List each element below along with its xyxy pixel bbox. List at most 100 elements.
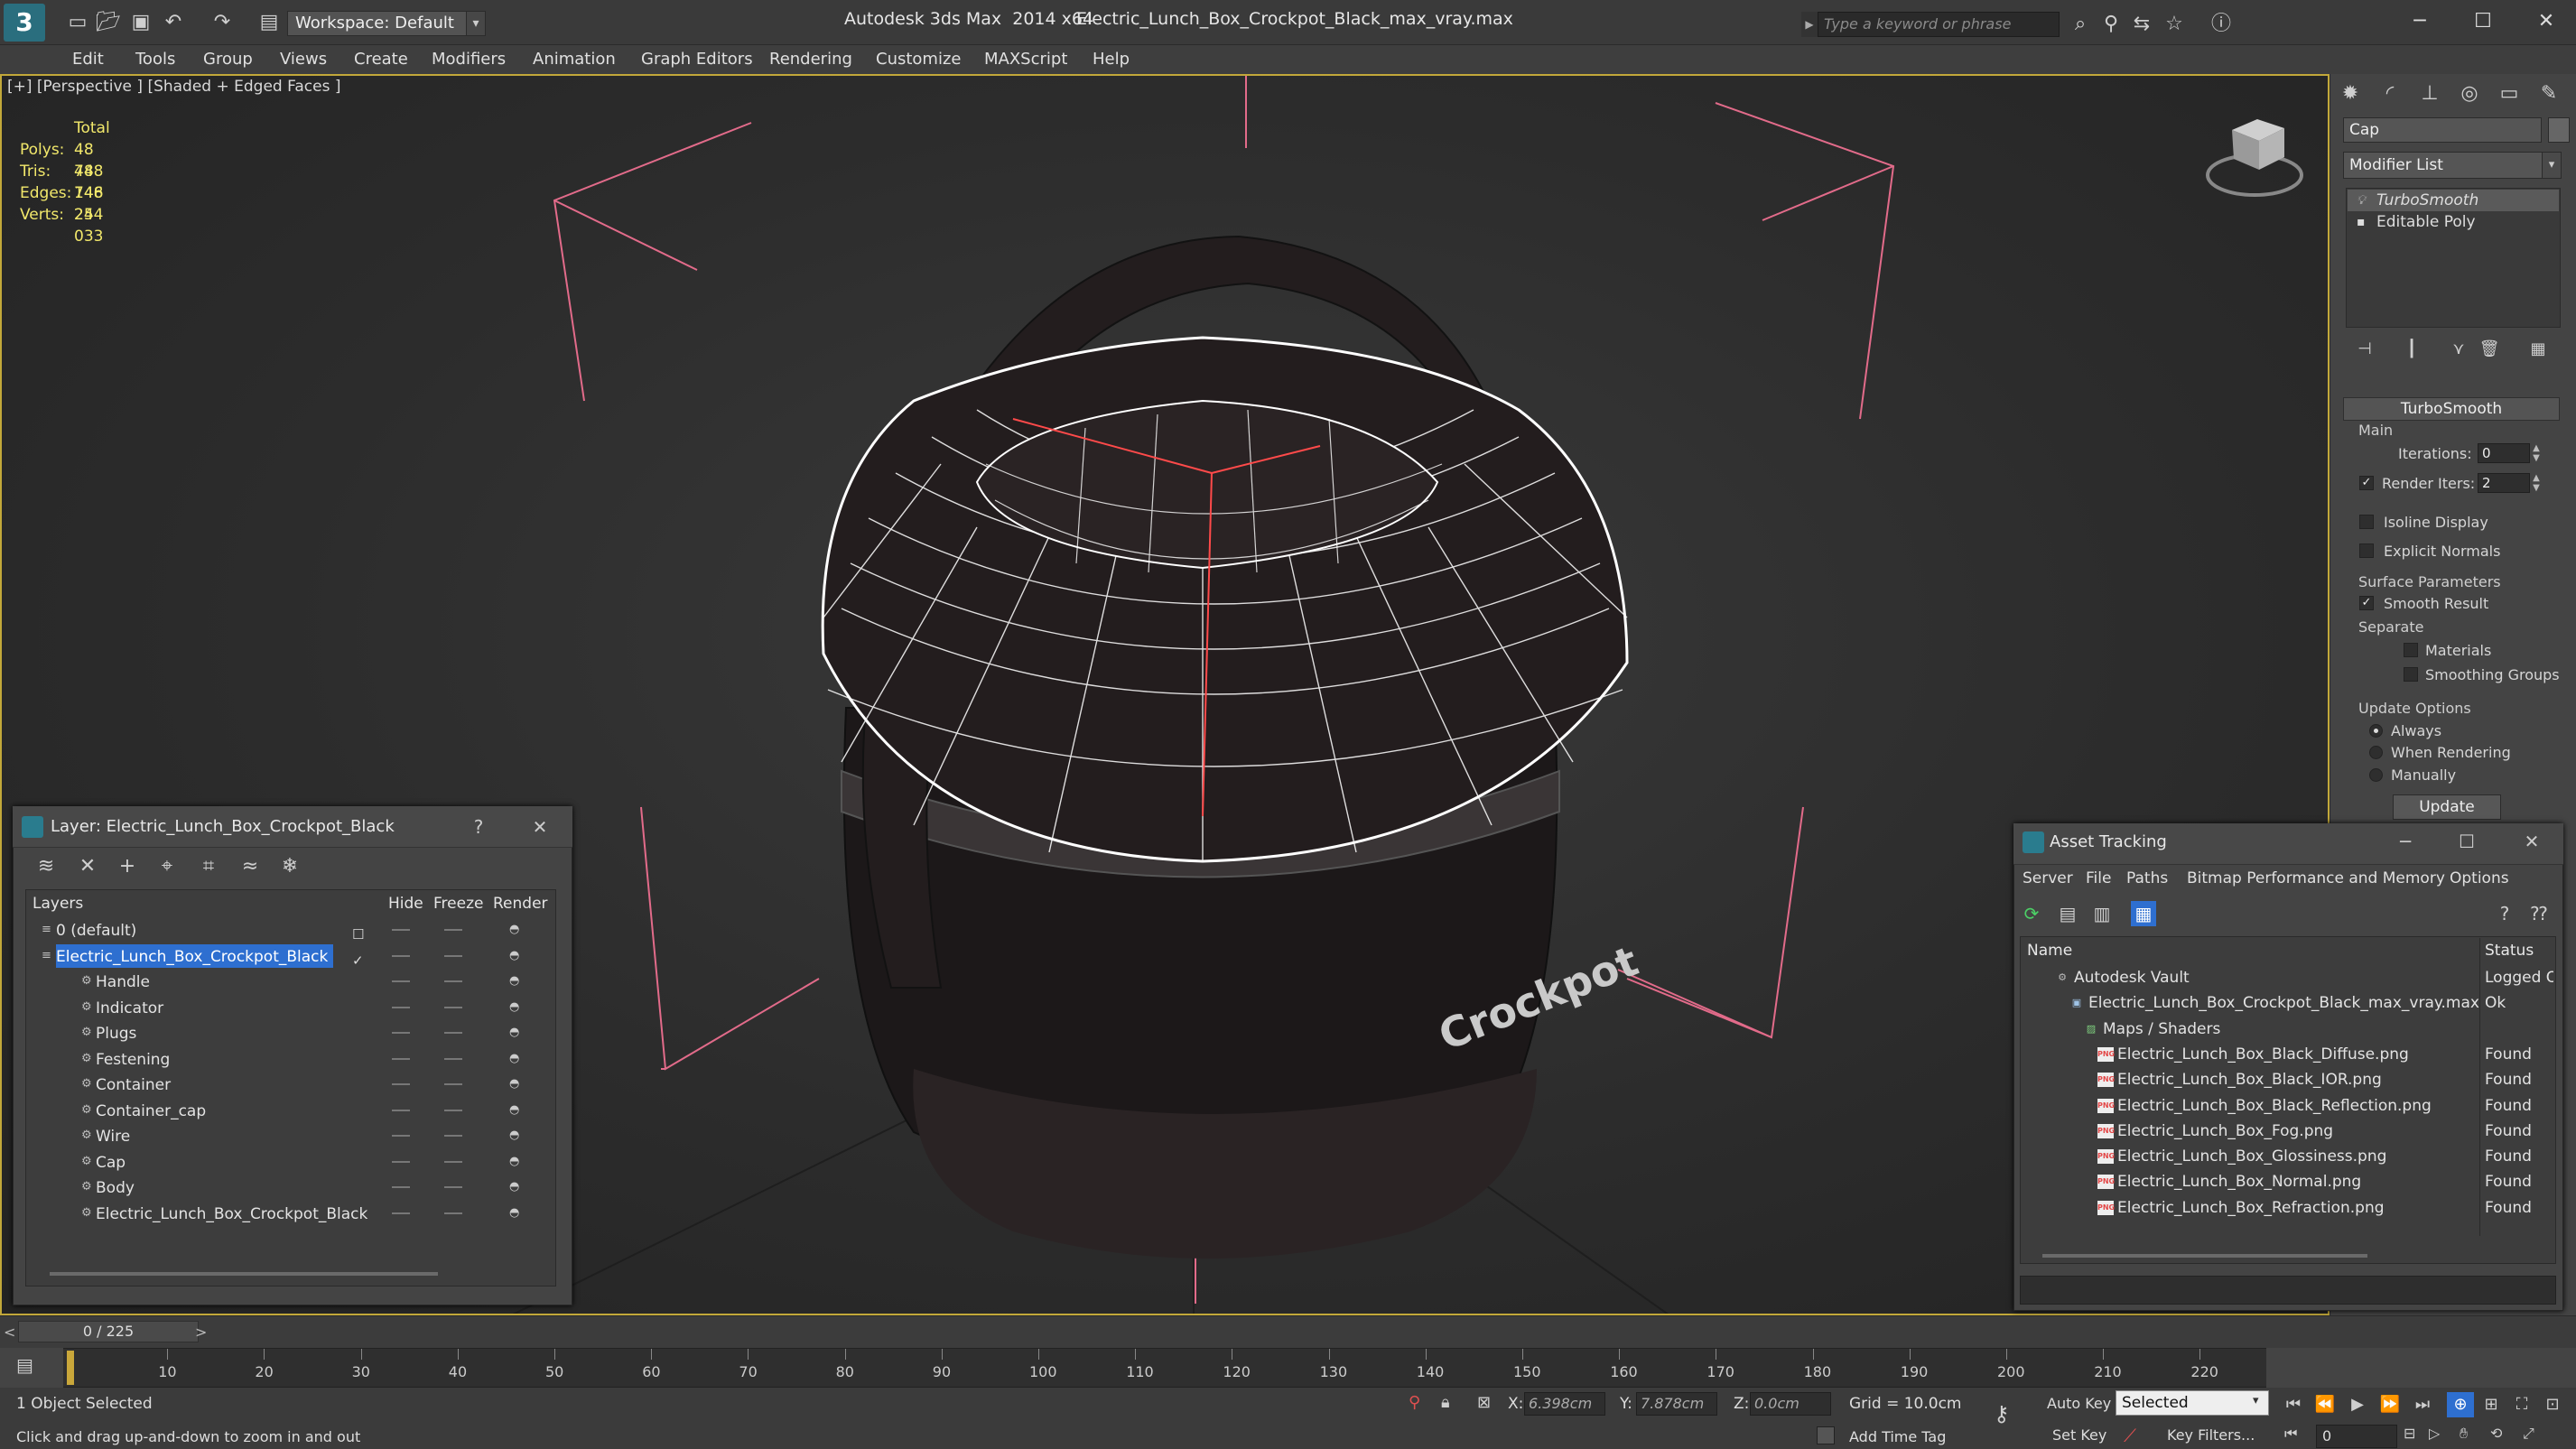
- key-mode-toggle-icon[interactable]: ⏮: [2284, 1425, 2297, 1443]
- asset-row[interactable]: PNG Electric_Lunch_Box_Black_IOR.png Found: [2022, 1067, 2554, 1092]
- freeze-toggle[interactable]: [444, 1032, 462, 1034]
- spinner-arrows-icon[interactable]: ▲ ▼: [2530, 473, 2543, 493]
- asset-row[interactable]: ▨ Maps / Shaders: [2022, 1017, 2554, 1042]
- time-config-icon[interactable]: ⊟: [2404, 1425, 2415, 1442]
- render-teapot-icon[interactable]: ◓: [509, 1181, 524, 1194]
- menu-edit[interactable]: Edit: [72, 45, 104, 74]
- configure-sets-icon[interactable]: ▦: [2525, 338, 2552, 361]
- freeze-all-icon[interactable]: ❄: [276, 854, 303, 879]
- search-input[interactable]: Type a keyword or phrase: [1818, 12, 2060, 37]
- pin-stack-icon[interactable]: ⊣: [2351, 338, 2378, 361]
- orbit-icon[interactable]: ⟲: [2490, 1425, 2502, 1442]
- asset-row[interactable]: PNG Electric_Lunch_Box_Refraction.png Foun…: [2022, 1195, 2554, 1221]
- next-frame-icon[interactable]: >: [195, 1324, 207, 1341]
- column-header-status[interactable]: Status: [2485, 938, 2534, 963]
- layer-object-row[interactable]: ⚙ Wire ◓: [27, 1123, 554, 1148]
- render-teapot-icon[interactable]: ◓: [509, 1103, 524, 1117]
- menu-maxscript[interactable]: MAXScript: [984, 45, 1067, 74]
- hide-toggle[interactable]: [392, 1032, 410, 1034]
- freeze-toggle[interactable]: [444, 954, 462, 957]
- search-expand-icon[interactable]: ▶: [1801, 12, 1818, 37]
- layer-object-row[interactable]: ⚙ Plugs ◓: [27, 1020, 554, 1045]
- z-coordinate-field[interactable]: 0.0cm: [1750, 1392, 1831, 1416]
- table-view-icon[interactable]: ▦: [2131, 901, 2156, 926]
- maximize-icon[interactable]: ☐: [2456, 831, 2478, 852]
- asset-row[interactable]: PNG Electric_Lunch_Box_Black_Diffuse.png F…: [2022, 1042, 2554, 1067]
- rollout-turbosmooth[interactable]: TurboSmooth: [2343, 397, 2560, 421]
- go-to-start-icon[interactable]: ⏮: [2280, 1392, 2307, 1417]
- communication-icon[interactable]: ⇆: [2129, 13, 2154, 36]
- asset-menu-options[interactable]: Options: [2450, 867, 2509, 890]
- menu-help[interactable]: Help: [1093, 45, 1130, 74]
- freeze-toggle[interactable]: [444, 1006, 462, 1008]
- object-color-swatch[interactable]: [2548, 117, 2570, 143]
- column-header-name[interactable]: Name: [2027, 938, 2072, 963]
- render-teapot-icon[interactable]: ◓: [509, 924, 524, 936]
- menu-rendering[interactable]: Rendering: [769, 45, 852, 74]
- time-tag-icon[interactable]: [1817, 1426, 1835, 1444]
- layer-row[interactable]: ≡ Electric_Lunch_Box_Crockpot_Black ✓ ◓: [27, 943, 554, 969]
- menu-views[interactable]: Views: [280, 45, 327, 74]
- asset-row[interactable]: ▣ Electric_Lunch_Box_Crockpot_Black_max_v…: [2022, 990, 2554, 1016]
- zoom-all-icon[interactable]: ⊞: [2478, 1392, 2505, 1417]
- auto-key-button[interactable]: Auto Key: [2047, 1395, 2111, 1412]
- lightbulb-icon[interactable]: 💡︎: [2357, 190, 2366, 211]
- freeze-toggle[interactable]: [444, 1057, 462, 1060]
- maximize-viewport-icon[interactable]: ⤢: [2523, 1425, 2534, 1443]
- hide-toggle[interactable]: [392, 1212, 410, 1214]
- layer-object-row[interactable]: ⚙ Indicator ◓: [27, 995, 554, 1020]
- pan-view-icon[interactable]: ✋︎: [2460, 1425, 2468, 1443]
- render-teapot-icon[interactable]: ◓: [509, 1206, 524, 1220]
- hide-all-icon[interactable]: ≈: [237, 854, 264, 879]
- render-teapot-icon[interactable]: ◓: [509, 1026, 524, 1039]
- always-radio[interactable]: [2369, 724, 2383, 738]
- materials-checkbox[interactable]: [2404, 643, 2418, 657]
- asset-path-field[interactable]: [2020, 1276, 2556, 1305]
- quick-access-dropdown[interactable]: ▾: [466, 11, 486, 36]
- help-icon[interactable]: ?: [2492, 901, 2517, 926]
- minimize-icon[interactable]: ─: [2395, 831, 2416, 852]
- hide-toggle[interactable]: [392, 1160, 410, 1163]
- timeline-ruler[interactable]: [63, 1348, 2266, 1388]
- freeze-toggle[interactable]: [444, 1135, 462, 1137]
- app-logo-icon[interactable]: 3: [4, 4, 45, 42]
- menu-animation[interactable]: Animation: [533, 45, 616, 74]
- help-icon[interactable]: ⓘ: [2209, 13, 2234, 36]
- freeze-toggle[interactable]: [444, 1083, 462, 1085]
- project-folder-icon[interactable]: ▤: [256, 11, 282, 34]
- manually-radio[interactable]: [2369, 768, 2383, 782]
- column-header-freeze[interactable]: Freeze: [433, 892, 483, 915]
- isolate-icon[interactable]: ⚲: [1409, 1393, 1420, 1412]
- modifier-list-dropdown[interactable]: Modifier List: [2343, 152, 2560, 179]
- zoom-extents-all-icon[interactable]: ⊡: [2539, 1392, 2566, 1417]
- asset-row[interactable]: PNG Electric_Lunch_Box_Black_Reflection.p…: [2022, 1093, 2554, 1119]
- zoom-extents-icon[interactable]: ⛶: [2508, 1392, 2535, 1417]
- previous-frame-icon[interactable]: <: [4, 1324, 15, 1341]
- current-frame-marker[interactable]: [67, 1351, 74, 1385]
- render-teapot-icon[interactable]: ◓: [509, 1129, 524, 1142]
- set-key-icon[interactable]: ⟋: [2124, 1425, 2136, 1446]
- hide-toggle[interactable]: [392, 1083, 410, 1085]
- layer-row[interactable]: ≡ 0 (default) ☐ ◓: [27, 917, 554, 943]
- zoom-icon[interactable]: ⊕: [2447, 1392, 2474, 1417]
- render-teapot-icon[interactable]: ◓: [509, 1052, 524, 1065]
- motion-tab-icon[interactable]: ◎: [2452, 78, 2487, 110]
- asset-row[interactable]: PNG Electric_Lunch_Box_Normal.png Found: [2022, 1169, 2554, 1194]
- smooth-result-checkbox[interactable]: ✓: [2359, 596, 2374, 610]
- maximize-icon[interactable]: ☐: [2456, 5, 2510, 38]
- undo-icon[interactable]: ↶: [161, 11, 186, 34]
- create-layer-icon[interactable]: ≋: [33, 854, 60, 879]
- absolute-mode-icon[interactable]: ⊠: [1477, 1393, 1491, 1412]
- when-rendering-radio[interactable]: [2369, 746, 2383, 759]
- render-teapot-icon[interactable]: ◓: [509, 1078, 524, 1091]
- delete-layer-icon[interactable]: ✕: [74, 854, 101, 879]
- refresh-icon[interactable]: ⟳: [2019, 901, 2044, 926]
- asset-row[interactable]: PNG Electric_Lunch_Box_Fog.png Found: [2022, 1119, 2554, 1144]
- next-key-icon[interactable]: ⏩: [2376, 1392, 2404, 1417]
- key-mode-dropdown[interactable]: Selected: [2116, 1390, 2269, 1416]
- modify-tab-icon[interactable]: ◜: [2373, 78, 2407, 110]
- new-file-icon[interactable]: ▭: [65, 11, 90, 34]
- go-to-end-icon[interactable]: ⏭: [2409, 1392, 2436, 1417]
- hide-toggle[interactable]: [392, 929, 410, 931]
- horizontal-scrollbar[interactable]: [2042, 1254, 2367, 1258]
